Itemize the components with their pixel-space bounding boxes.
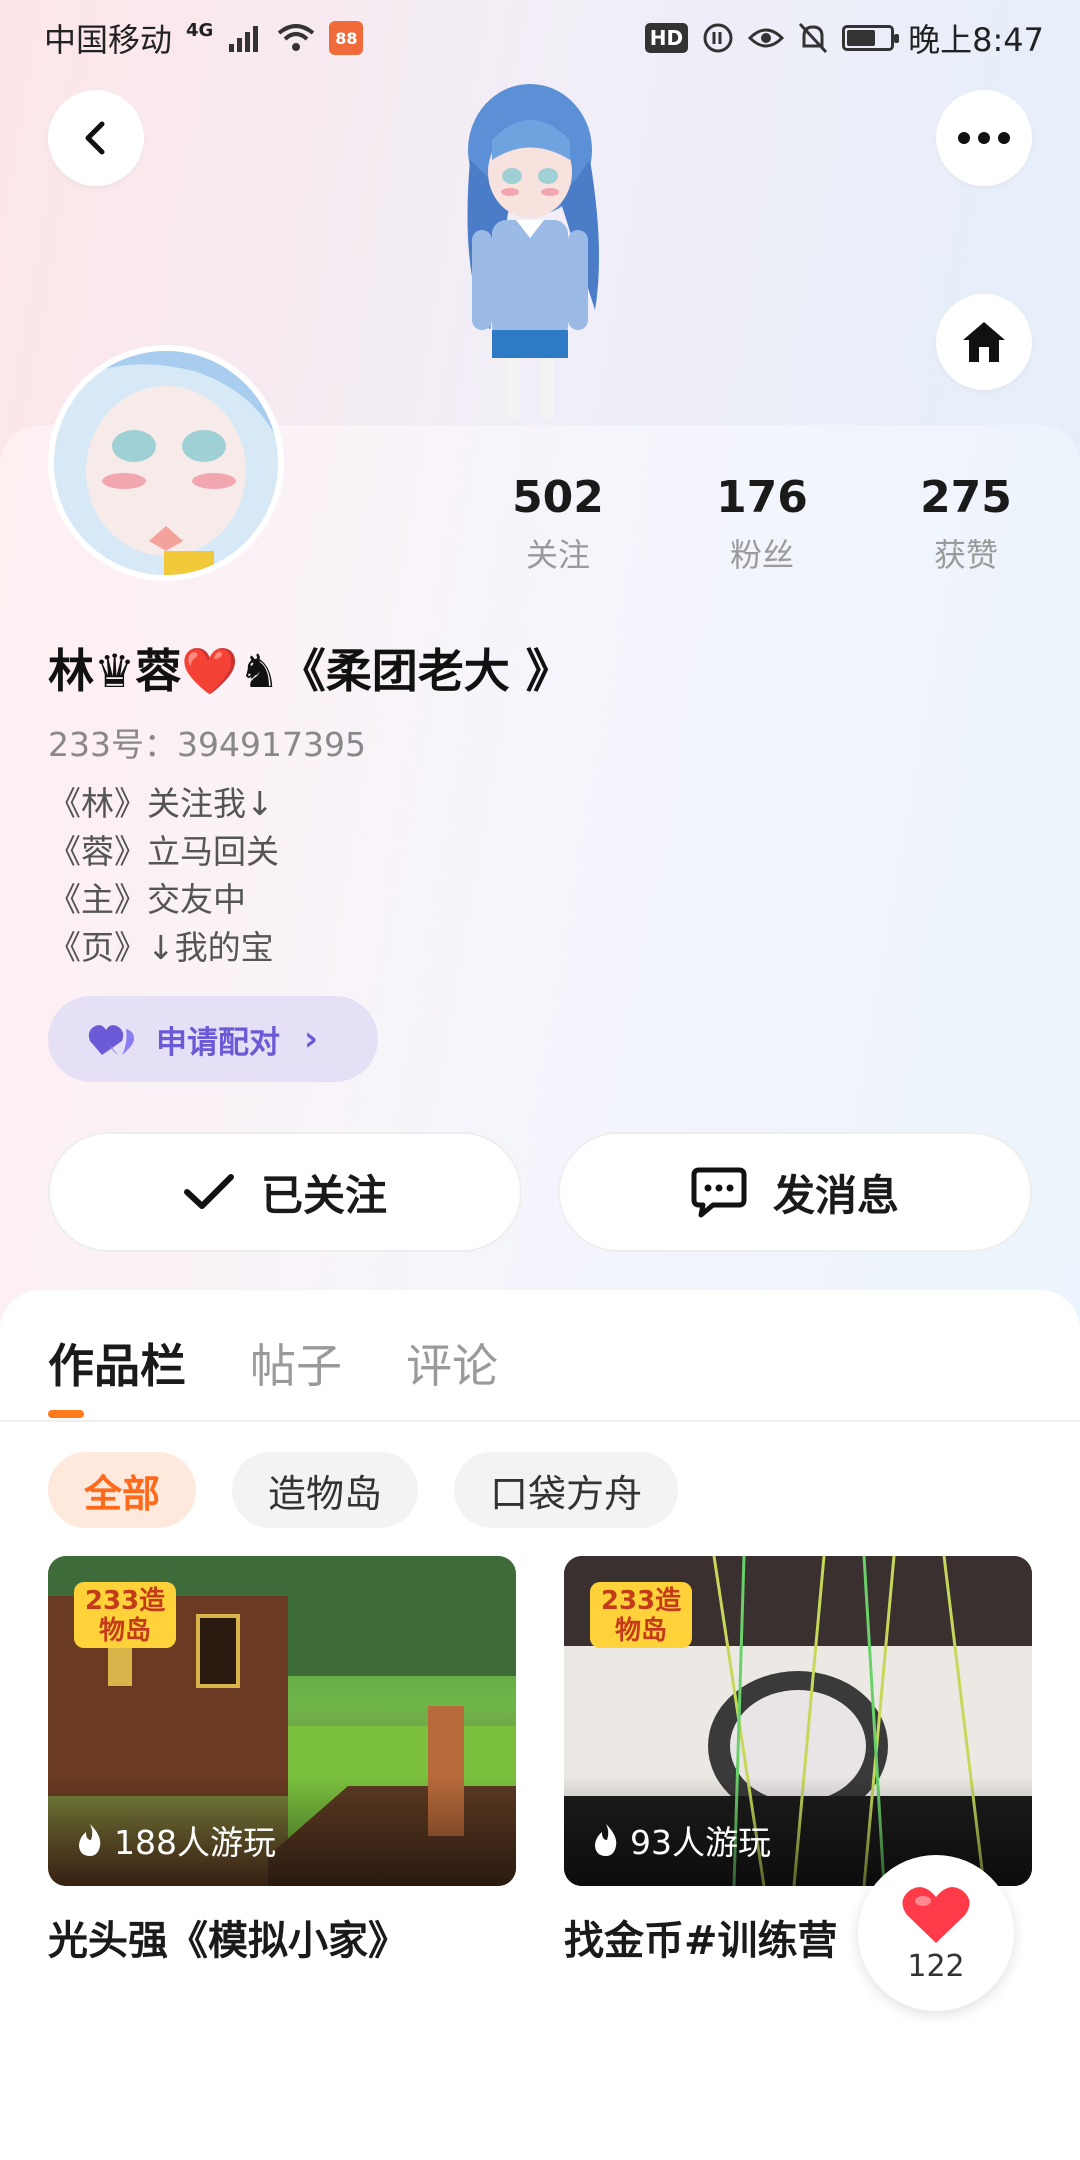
like-count: 122 [907,1948,965,1984]
avatar-3d-figure[interactable] [430,80,630,430]
stat-following-label: 关注 [525,536,590,574]
stat-following[interactable]: 502 关注 [468,470,648,576]
work-title: 光头强《模拟小家》 [48,1918,408,1964]
heart-icon [902,1886,970,1943]
stat-fans-value: 176 [716,472,808,523]
work-thumbnail: 233造物岛 188人游玩 [48,1556,516,1886]
username: 林♛蓉❤️♞《柔团老大 》 [48,644,572,698]
back-button[interactable] [48,90,144,186]
creation-island-badge: 233造物岛 [74,1582,176,1648]
filter-all[interactable]: 全部 [48,1452,197,1528]
bio: 《林》关注我↓ 《蓉》立马回关 《主》交友中 《页》↓我的宝 [48,780,279,972]
bio-line: 《蓉》立马回关 [48,832,279,871]
stat-likes[interactable]: 275 获赞 [876,470,1056,576]
play-count-label: 93人游玩 [630,1823,771,1862]
creation-island-badge: 233造物岛 [590,1582,692,1648]
play-count: 188人游玩 [76,1816,276,1864]
home-icon [963,322,1005,362]
stats-row: 502 关注 176 粉丝 275 获赞 [0,470,1080,580]
flame-icon [79,1824,101,1856]
eye-comfort-icon [748,28,785,48]
play-count: 93人游玩 [592,1816,771,1864]
followed-button[interactable]: 已关注 [48,1132,522,1252]
check-icon [183,1174,234,1209]
request-pair-button[interactable]: 申请配对 › [48,996,378,1082]
tab-works[interactable]: 作品栏 [48,1330,186,1396]
chevron-right-icon: › [304,1019,319,1059]
chat-bubble-icon [691,1167,747,1218]
bio-line: 《页》↓我的宝 [48,928,274,967]
volte-icon [703,23,733,53]
user-id[interactable]: 233号：394917395 [48,718,366,766]
app-notification-icon: 88 [329,21,364,55]
send-message-label: 发消息 [772,1170,899,1220]
followed-label: 已关注 [260,1170,387,1220]
stat-fans-label: 粉丝 [729,536,794,574]
status-left: 中国移动 4G 88 [44,15,364,61]
status-bar: 中国移动 4G 88 HD 晚上8:47 [0,0,1080,76]
tab-divider [0,1420,1080,1422]
mute-bell-icon [799,22,828,54]
work-card[interactable]: 233造物岛 188人游玩 光头强《模拟小家》 [48,1556,516,1966]
chevron-left-icon [85,121,105,155]
status-time: 晚上8:47 [908,21,1044,59]
play-count-label: 188人游玩 [114,1823,276,1862]
work-thumbnail: 233造物岛 93人游玩 [564,1556,1032,1886]
home-button[interactable] [936,294,1032,390]
flame-icon [595,1824,617,1856]
active-tab-indicator [48,1410,84,1418]
battery-icon [842,25,900,51]
carrier-label: 中国移动 [44,21,173,59]
hd-icon: HD [644,23,689,53]
filter-creation-island[interactable]: 造物岛 [232,1452,419,1528]
double-heart-icon [88,1025,134,1055]
like-button[interactable]: 122 [858,1855,1014,2011]
network-type: 4G [186,20,214,41]
content-section: 作品栏 帖子 评论 全部 造物岛 口袋方舟 233造物岛 188人游玩 光头强《… [0,1290,1080,2160]
signal-icon [229,26,259,52]
more-dots-icon [958,132,1010,144]
send-message-button[interactable]: 发消息 [558,1132,1032,1252]
bio-line: 《林》关注我↓ [48,784,274,823]
wifi-icon [278,24,315,51]
stat-following-value: 502 [512,472,604,523]
status-right: HD 晚上8:47 [644,15,1044,61]
filter-chips: 全部 造物岛 口袋方舟 [48,1452,679,1528]
more-button[interactable] [936,90,1032,186]
tab-bar: 作品栏 帖子 评论 [48,1330,498,1396]
bio-line: 《主》交友中 [48,880,246,919]
stat-likes-label: 获赞 [933,536,998,574]
stat-likes-value: 275 [920,472,1012,523]
filter-pocket-ark[interactable]: 口袋方舟 [454,1452,679,1528]
tab-posts[interactable]: 帖子 [250,1330,342,1396]
stat-fans[interactable]: 176 粉丝 [672,470,852,576]
tab-comments[interactable]: 评论 [406,1330,498,1396]
request-pair-label: 申请配对 [156,1024,280,1061]
